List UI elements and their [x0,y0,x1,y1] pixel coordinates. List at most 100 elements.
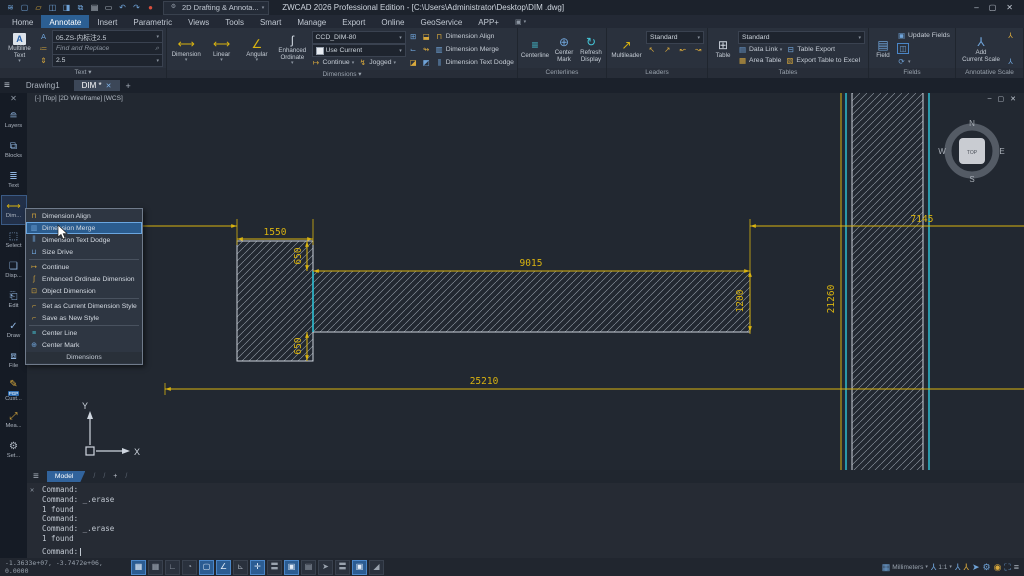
new-tab-button[interactable]: + [126,81,131,91]
text-height-select[interactable]: 2.5 ▾ [52,54,163,67]
cursor-settings-icon[interactable]: ➤ [972,562,980,573]
dim-tool-icon[interactable]: ⬓ [422,32,431,41]
panel-label-leaders[interactable]: Leaders [607,68,707,78]
menu-item-continue[interactable]: ↦ Continue [26,261,142,273]
undo-icon[interactable]: ↶ [117,2,128,13]
dim-tool-icon[interactable]: ⊞ [409,32,418,41]
sidebar-item-measure[interactable]: ⤢ Mea... [1,405,27,435]
dimension-button[interactable]: ⟷ Dimension ▾ [170,30,202,70]
menu-hamburger-icon[interactable]: ≡ [4,80,10,91]
menu-item-set-current-style[interactable]: ⌐ Set as Current Dimension Style [26,300,142,312]
annotation-visibility-icon[interactable]: ⅄ [1006,31,1015,40]
polar-toggle-icon[interactable]: ◔ [182,560,197,575]
dimension-merge-button[interactable]: ▥ Dimension Merge [435,45,499,54]
annotation-scale-selector[interactable]: ⅄ 1:1 ▾ [931,562,952,573]
command-window[interactable]: ✕ Command: Command: _.erase 1 found Comm… [27,483,1024,558]
add-current-scale-button[interactable]: ⅄ Add Current Scale [959,30,1003,68]
tab-home[interactable]: Home [4,15,41,28]
polar-tracking-icon[interactable]: ∠ [216,560,231,575]
use-current-checkbox[interactable] [316,47,324,55]
layout-tab[interactable]: / [93,473,95,480]
open-file-icon[interactable]: ▱ [33,2,44,13]
table-style-select[interactable]: Standard ▾ [738,31,865,44]
fullscreen-icon[interactable]: ⛶ [1004,562,1010,573]
tab-insert[interactable]: Insert [89,15,125,28]
angular-button[interactable]: ∠ Angular ▾ [241,30,273,70]
sidebar-item-text[interactable]: ≣ Text [1,165,27,195]
dim-9015[interactable]: 9015 [520,258,543,269]
area-table-button[interactable]: ▦ Area Table [738,56,781,65]
menu-item-object-dimension[interactable]: ⊡ Object Dimension [26,285,142,297]
menu-item-center-line[interactable]: ≡ Center Line [26,327,142,339]
view-compass[interactable]: TOP N S W E [938,119,1004,184]
grid-toggle-icon[interactable]: ▦ [131,560,146,575]
leader-align-icon[interactable]: ↜ [678,45,687,54]
snap-toggle-icon[interactable]: ▦ [148,560,163,575]
save-as-icon[interactable]: ◨ [61,2,72,13]
leader-collect-icon[interactable]: ↝ [694,45,703,54]
command-close-icon[interactable]: ✕ [30,486,34,494]
quick-properties-icon[interactable]: ➤ [318,560,333,575]
otrack-toggle-icon[interactable]: ⊾ [233,560,248,575]
tab-manage[interactable]: Manage [289,15,334,28]
continue-button[interactable]: ↦ Continue ▾ [312,58,355,67]
auto-scale-icon[interactable]: ⅄ [1006,57,1015,66]
menu-item-dimension-align[interactable]: ⊓ Dimension Align [26,210,142,222]
tab-views[interactable]: Views [180,15,217,28]
minimize-button[interactable]: – [974,3,978,12]
panel-label-tables[interactable]: Tables [708,68,868,78]
status-menu-icon[interactable]: ≡ [1014,562,1019,572]
dim-650-bottom[interactable]: 650 [293,337,304,354]
multileader-button[interactable]: ↗ Multileader [610,30,643,68]
menu-item-dimension-merge[interactable]: ▥ Dimension Merge [26,222,142,234]
sidebar-item-draw[interactable]: ✓ Draw [1,315,27,345]
dim-650-top[interactable]: 650 [293,247,304,264]
viewport-controls[interactable]: [-] [Top] [2D Wireframe] [WCS] [35,95,123,102]
command-input[interactable]: Command: [42,547,81,556]
new-file-icon[interactable]: ▢ [19,2,30,13]
dim-1550[interactable]: 1550 [264,227,287,238]
sidebar-close-icon[interactable]: ✕ [10,94,17,105]
sidebar-item-settings[interactable]: ⚙ Set... [1,435,27,465]
isolate-icon[interactable]: ◉ [994,562,1002,573]
sidebar-item-edit[interactable]: ⎗ Edit [1,285,27,315]
centerline-button[interactable]: ≡ Centerline [521,30,549,68]
save-icon[interactable]: ◫ [47,2,58,13]
enhanced-ordinate-button[interactable]: ʃ Enhanced Ordinate ▾ [276,30,308,70]
preview-icon[interactable]: ▭ [103,2,114,13]
field-display-icon[interactable]: ◫ [897,43,909,54]
workspace-switcher[interactable]: ⚙ 2D Drafting & Annota... ▾ [163,1,269,15]
doc-tab-dim[interactable]: DIM * ✕ [74,80,120,91]
panel-label-text[interactable]: Text ▾ [0,68,166,78]
copy-icon[interactable]: ⧉ [75,2,86,13]
refresh-display-button[interactable]: ↻ Refresh Display [579,30,603,68]
export-table-excel-button[interactable]: ▧ Export Table to Excel [785,56,860,65]
field-convert-button[interactable]: ⟳ ▾ [897,57,952,66]
menu-item-dimension-text-dodge[interactable]: ⫼ Dimension Text Dodge [26,234,142,246]
leader-remove-icon[interactable]: ↗ [663,45,672,54]
sidebar-item-dim[interactable]: ⟷ Dim... [1,195,27,225]
dim-style-select[interactable]: CCD_DIM-80 ▾ [312,31,406,44]
hatched-column[interactable] [852,93,923,470]
menu-item-size-drive[interactable]: ⊔ Size Drive [26,246,142,258]
selection-cycling-icon[interactable]: ▤ [301,560,316,575]
linear-button[interactable]: ⟷ Linear ▾ [205,30,237,70]
close-tab-icon[interactable]: ✕ [106,82,112,90]
annotation-visibility-icon[interactable]: ⅄ [955,562,961,573]
isolate-objects-icon[interactable]: 〓 [335,560,350,575]
menu-item-center-mark[interactable]: ⊕ Center Mark [26,339,142,351]
update-fields-button[interactable]: ▣ Update Fields [897,31,952,40]
units-selector[interactable]: ▦ Millimeters ▾ [882,562,928,573]
sidebar-item-layers[interactable]: ≘ Layers [1,105,27,135]
center-mark-button[interactable]: ⊕ Center Mark [552,30,576,68]
record-icon[interactable]: ● [145,2,156,13]
transparency-toggle-icon[interactable]: ▣ [284,560,299,575]
data-link-button[interactable]: ▤ Data Link ▾ [738,45,782,54]
clean-screen-icon[interactable]: ◢ [369,560,384,575]
multiline-text-button[interactable]: A Multiline Text ▾ [3,30,36,68]
tab-tools[interactable]: Tools [217,15,252,28]
dim-1200[interactable]: 1200 [735,289,746,312]
dimension-text-dodge-button[interactable]: ⫼ Dimension Text Dodge [435,58,514,68]
layout-tab[interactable]: / [125,473,127,480]
tab-smart[interactable]: Smart [252,15,289,28]
